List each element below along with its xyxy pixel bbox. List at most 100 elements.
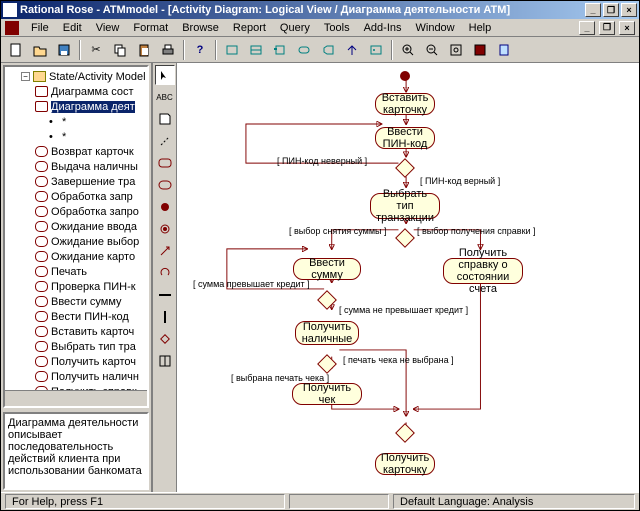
tree-item[interactable]: Выбрать тип тра <box>7 339 149 354</box>
doc-button[interactable] <box>493 39 515 61</box>
activity-enter-amount[interactable]: Ввести сумму <box>293 258 361 280</box>
tree-item[interactable]: Возврат карточк <box>7 144 149 159</box>
tool-selector[interactable] <box>155 65 175 85</box>
tool-self-transition[interactable] <box>155 263 175 283</box>
activity-get-balance[interactable]: Получить справку о состоянии счета <box>443 258 523 284</box>
menu-addins[interactable]: Add-Ins <box>358 21 408 35</box>
tool-activity[interactable] <box>155 175 175 195</box>
cut-button[interactable]: ✂ <box>85 39 107 61</box>
tool-decision[interactable] <box>155 329 175 349</box>
tree-item-label: Ввести сумму <box>51 296 122 308</box>
menu-help[interactable]: Help <box>463 21 498 35</box>
tree-item[interactable]: •* <box>7 129 149 144</box>
open-button[interactable] <box>29 39 51 61</box>
tree-item[interactable]: Диаграмма сост <box>7 84 149 99</box>
activity-enter-pin[interactable]: Ввести ПИН-код <box>375 127 435 149</box>
fit-window-button[interactable] <box>445 39 467 61</box>
mdi-system-icon[interactable] <box>5 21 19 35</box>
tree-item[interactable]: Ожидание карто <box>7 249 149 264</box>
tool-sync-h[interactable] <box>155 285 175 305</box>
diagram-canvas[interactable]: Вставить карточку Ввести ПИН-код [ ПИН-к… <box>177 63 639 492</box>
activity-get-cash[interactable]: Получить наличные <box>295 321 359 345</box>
folder-icon <box>33 71 46 82</box>
tree-item[interactable]: Диаграмма деят <box>7 99 149 114</box>
menu-tools[interactable]: Tools <box>318 21 356 35</box>
paste-button[interactable] <box>133 39 155 61</box>
tree-item[interactable]: Получить карточ <box>7 354 149 369</box>
model-tree[interactable]: − State/Activity Model Диаграмма состДиа… <box>3 65 149 408</box>
tool-start[interactable] <box>155 197 175 217</box>
tree-item[interactable]: Выдача наличны <box>7 159 149 174</box>
tree-item[interactable]: Проверка ПИН-к <box>7 279 149 294</box>
tool-state[interactable] <box>155 153 175 173</box>
tool-sync-v[interactable] <box>155 307 175 327</box>
tree-h-scrollbar[interactable] <box>5 390 147 406</box>
browse-deploy-button[interactable] <box>317 39 339 61</box>
zoom-in-button[interactable] <box>397 39 419 61</box>
guard-withdraw: [ выбор снятия суммы ] <box>289 226 387 236</box>
save-button[interactable] <box>53 39 75 61</box>
mdi-restore-button[interactable]: ❐ <box>603 3 619 17</box>
tree-item[interactable]: Обработка запр <box>7 189 149 204</box>
help-button[interactable]: ? <box>189 39 211 61</box>
tree-item[interactable]: Обработка запро <box>7 204 149 219</box>
restore-button[interactable]: ❐ <box>599 21 615 35</box>
collapse-icon[interactable]: − <box>21 72 30 81</box>
close-button[interactable]: × <box>619 21 635 35</box>
zoom-out-button[interactable] <box>421 39 443 61</box>
tool-transition[interactable] <box>155 241 175 261</box>
tool-swimlane[interactable] <box>155 351 175 371</box>
activity-get-card[interactable]: Получить карточку <box>375 453 435 475</box>
tree-item-label: Завершение тра <box>51 176 135 188</box>
menu-window[interactable]: Window <box>410 21 461 35</box>
menu-query[interactable]: Query <box>274 21 316 35</box>
undo-fit-button[interactable] <box>469 39 491 61</box>
initial-state[interactable] <box>400 71 410 81</box>
tree-item[interactable]: Печать <box>7 264 149 279</box>
print-button[interactable] <box>157 39 179 61</box>
merge-node[interactable] <box>395 423 415 443</box>
decision-tx-type[interactable] <box>395 228 415 248</box>
menu-file[interactable]: File <box>25 21 55 35</box>
tree-item[interactable]: Ожидание выбор <box>7 234 149 249</box>
menu-edit[interactable]: Edit <box>57 21 88 35</box>
tool-anchor[interactable] <box>155 131 175 151</box>
description-panel[interactable]: Диаграмма деятельности описывает последо… <box>3 412 149 490</box>
tool-end[interactable] <box>155 219 175 239</box>
browse-component-button[interactable] <box>269 39 291 61</box>
tree-item[interactable]: Получить наличн <box>7 369 149 384</box>
new-button[interactable] <box>5 39 27 61</box>
browse-interaction-button[interactable] <box>245 39 267 61</box>
menu-browse[interactable]: Browse <box>176 21 225 35</box>
copy-button[interactable] <box>109 39 131 61</box>
activity-get-receipt[interactable]: Получить чек <box>292 383 362 405</box>
menu-report[interactable]: Report <box>227 21 272 35</box>
browse-class-button[interactable] <box>221 39 243 61</box>
tree-item[interactable]: Ожидание ввода <box>7 219 149 234</box>
tree-item[interactable]: Вести ПИН-код <box>7 309 149 324</box>
mdi-minimize-button[interactable]: _ <box>585 3 601 17</box>
browse-prev-button[interactable] <box>365 39 387 61</box>
tree-item[interactable]: Вставить карточ <box>7 324 149 339</box>
menu-view[interactable]: View <box>90 21 126 35</box>
tree-item[interactable]: Завершение тра <box>7 174 149 189</box>
tree-item-label: Вставить карточ <box>51 326 134 338</box>
tree-item[interactable]: •* <box>7 114 149 129</box>
browse-parent-button[interactable] <box>341 39 363 61</box>
activity-icon <box>35 311 48 322</box>
left-panel: − State/Activity Model Диаграмма состДиа… <box>1 63 153 492</box>
decision-pin[interactable] <box>395 158 415 178</box>
browse-state-button[interactable] <box>293 39 315 61</box>
tool-note[interactable] <box>155 109 175 129</box>
minimize-button[interactable]: _ <box>579 21 595 35</box>
activity-select-tx[interactable]: Выбрать тип транзакции <box>370 193 440 219</box>
activity-insert-card[interactable]: Вставить карточку <box>375 93 435 115</box>
tree-root[interactable]: − State/Activity Model <box>7 69 149 84</box>
decision-amount[interactable] <box>317 290 337 310</box>
mdi-close-button[interactable]: × <box>621 3 637 17</box>
decision-receipt[interactable] <box>317 354 337 374</box>
activity-icon <box>35 371 48 382</box>
tree-item[interactable]: Ввести сумму <box>7 294 149 309</box>
menu-format[interactable]: Format <box>127 21 174 35</box>
tool-text[interactable]: ABC <box>155 87 175 107</box>
